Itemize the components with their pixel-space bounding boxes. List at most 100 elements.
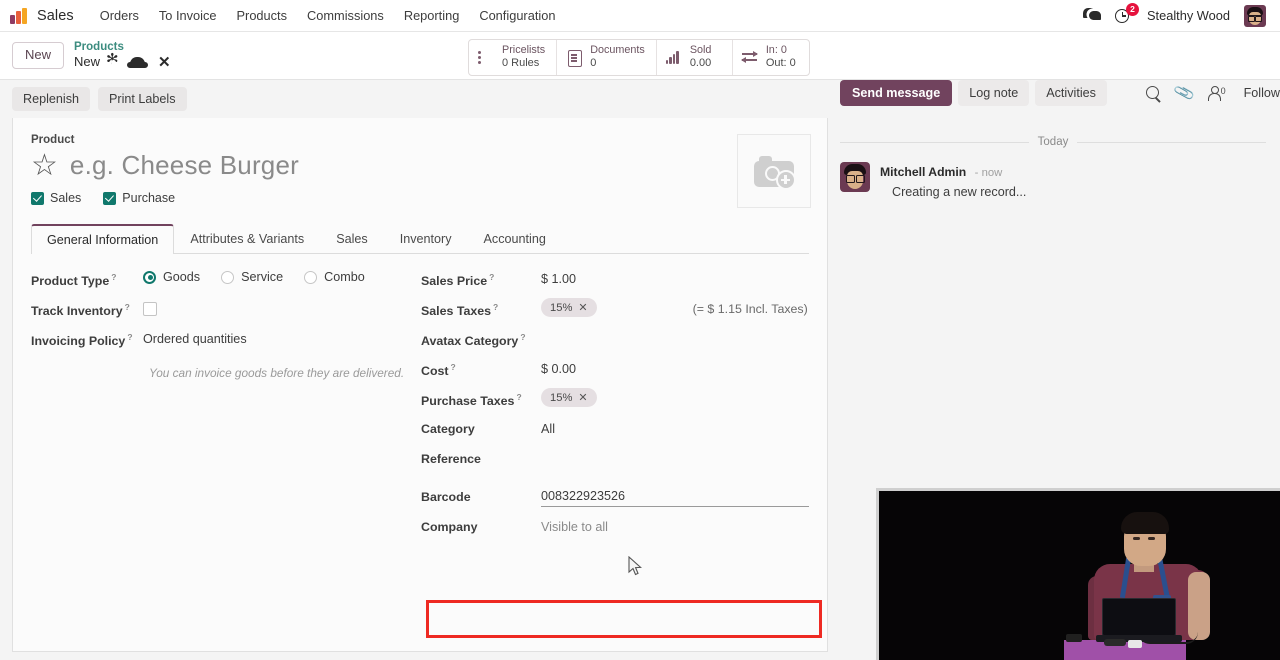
checkbox-purchase-box[interactable] — [103, 191, 117, 205]
field-company: Company Visible to all — [421, 516, 809, 546]
checkbox-purchase[interactable]: Purchase — [103, 191, 175, 205]
purchase-tax-tag-label: 15% — [550, 391, 573, 404]
log-note-button[interactable]: Log note — [958, 80, 1030, 106]
nav-item-reporting[interactable]: Reporting — [394, 4, 470, 27]
activities-button[interactable]: Activities — [1035, 80, 1107, 106]
category-label: Category — [421, 422, 475, 436]
odoo-application-window: Sales Orders To Invoice Products Commiss… — [0, 0, 1280, 660]
company-label: Company — [421, 520, 478, 534]
tab-accounting[interactable]: Accounting — [468, 224, 562, 254]
help-icon[interactable]: ? — [520, 332, 525, 342]
followers-person-icon[interactable]: 0 — [1208, 86, 1226, 101]
user-menu-name[interactable]: Stealthy Wood — [1147, 8, 1230, 23]
replenish-button[interactable]: Replenish — [12, 87, 91, 111]
help-icon[interactable]: ? — [489, 272, 494, 282]
product-name-input[interactable]: e.g. Cheese Burger — [70, 150, 299, 181]
form-column-left: Product Type? Goods Service Combo Track … — [31, 268, 421, 546]
chat-bubbles-icon[interactable] — [1083, 8, 1101, 23]
category-value[interactable]: All — [541, 418, 555, 436]
tab-general-information[interactable]: General Information — [31, 224, 175, 254]
send-message-button[interactable]: Send message — [840, 80, 953, 106]
chatter-message-body: Mitchell Admin - now Creating a new reco… — [880, 162, 1026, 199]
checkbox-sales[interactable]: Sales — [31, 191, 81, 205]
stat-sold-value: 0.00 — [689, 57, 712, 70]
sales-price-value[interactable]: $ 1.00 — [541, 268, 576, 286]
breadcrumb-products-link[interactable]: Products — [74, 41, 171, 54]
radio-goods[interactable] — [143, 270, 156, 284]
gear-icon[interactable] — [106, 52, 119, 69]
help-icon[interactable]: ? — [125, 302, 130, 312]
invoicing-policy-value[interactable]: Ordered quantities — [143, 328, 247, 346]
nav-item-commissions[interactable]: Commissions — [297, 4, 394, 27]
nav-item-products[interactable]: Products — [227, 4, 298, 27]
user-avatar[interactable] — [1244, 4, 1266, 27]
radio-goods-label[interactable]: Goods — [163, 270, 200, 284]
chatter-toolbar: Send message Log note Activities 📎 0 Fol… — [840, 80, 1280, 106]
stat-buttons-group: Pricelists 0 Rules Documents 0 Sold 0.00 — [468, 39, 810, 77]
print-labels-button[interactable]: Print Labels — [98, 87, 187, 111]
product-image-upload[interactable] — [737, 134, 811, 208]
cost-value[interactable]: $ 0.00 — [541, 358, 576, 376]
nav-item-orders[interactable]: Orders — [90, 4, 149, 27]
radio-combo[interactable] — [304, 270, 318, 284]
camera-add-icon — [754, 155, 796, 190]
favorite-star-icon[interactable]: ☆ — [31, 150, 58, 181]
date-separator: Today — [840, 136, 1266, 148]
app-name-sales[interactable]: Sales — [37, 8, 74, 24]
cloud-save-icon[interactable] — [127, 57, 149, 69]
barcode-input[interactable]: 008322923526 — [541, 487, 809, 507]
remove-tag-icon[interactable]: ✕ — [578, 301, 587, 314]
bar-chart-icon — [665, 50, 683, 65]
track-inventory-label: Track Inventory — [31, 304, 123, 319]
clock-icon[interactable]: 2 — [1115, 2, 1139, 25]
checkbox-sales-box[interactable] — [31, 191, 44, 205]
radio-service[interactable] — [221, 270, 235, 284]
sales-tax-tag[interactable]: 15% ✕ — [541, 298, 597, 317]
discard-x-icon[interactable]: ✕ — [158, 55, 171, 70]
nav-item-configuration[interactable]: Configuration — [469, 4, 565, 27]
help-icon[interactable]: ? — [111, 272, 116, 282]
form-column-right: Sales Price? $ 1.00 Sales Taxes? 15% ✕ (… — [421, 268, 809, 546]
sales-taxes-label: Sales Taxes — [421, 304, 492, 319]
cost-label: Cost — [421, 364, 449, 379]
help-icon[interactable]: ? — [127, 332, 132, 342]
breadcrumb: Products New ✕ — [74, 41, 171, 70]
follow-button[interactable]: Follow — [1244, 86, 1280, 100]
tab-inventory[interactable]: Inventory — [384, 224, 468, 254]
new-record-button[interactable]: New — [12, 42, 65, 69]
field-sales-price: Sales Price? $ 1.00 — [421, 268, 809, 298]
message-author[interactable]: Mitchell Admin — [880, 165, 966, 179]
field-reference: Reference — [421, 448, 809, 478]
barcode-label: Barcode — [421, 490, 471, 504]
company-value[interactable]: Visible to all — [541, 516, 608, 534]
stat-documents-value: 0 — [590, 57, 597, 70]
mitchell-admin-avatar[interactable] — [840, 162, 870, 192]
stat-button-pricelists[interactable]: Pricelists 0 Rules — [469, 40, 558, 76]
tab-attributes-variants[interactable]: Attributes & Variants — [174, 224, 320, 254]
remove-tag-icon[interactable]: ✕ — [578, 391, 587, 404]
chatter-message-header: Mitchell Admin - now — [880, 163, 1026, 181]
stat-button-sold[interactable]: Sold 0.00 — [657, 40, 733, 76]
control-panel: New Products New ✕ Pricelists 0 Rules — [0, 32, 1280, 80]
message-timestamp: - now — [974, 167, 1003, 179]
radio-service-label[interactable]: Service — [241, 270, 283, 284]
help-icon[interactable]: ? — [516, 392, 521, 402]
radio-combo-label[interactable]: Combo — [324, 270, 365, 284]
odoo-bars-logo[interactable] — [10, 7, 27, 24]
track-inventory-checkbox[interactable] — [143, 302, 157, 316]
nav-item-to-invoice[interactable]: To Invoice — [149, 4, 227, 27]
help-icon[interactable]: ? — [451, 362, 456, 372]
tab-sales[interactable]: Sales — [320, 224, 384, 254]
stat-button-documents[interactable]: Documents 0 — [557, 40, 657, 76]
mouse-cursor — [628, 556, 642, 576]
paperclip-icon[interactable]: 📎 — [1173, 82, 1196, 104]
stat-pricelists-label: Pricelists — [502, 44, 546, 56]
help-icon[interactable]: ? — [493, 302, 498, 312]
search-icon[interactable] — [1145, 85, 1161, 101]
field-avatax-category: Avatax Category? — [421, 328, 809, 358]
form-area: Product ☆ e.g. Cheese Burger Sales Purch… — [0, 118, 828, 652]
purchase-taxes-label: Purchase Taxes — [421, 394, 515, 409]
purchase-tax-tag[interactable]: 15% ✕ — [541, 388, 597, 407]
stat-button-in-out[interactable]: In: 0 Out: 0 — [733, 40, 809, 75]
checkbox-sales-label: Sales — [50, 191, 82, 205]
